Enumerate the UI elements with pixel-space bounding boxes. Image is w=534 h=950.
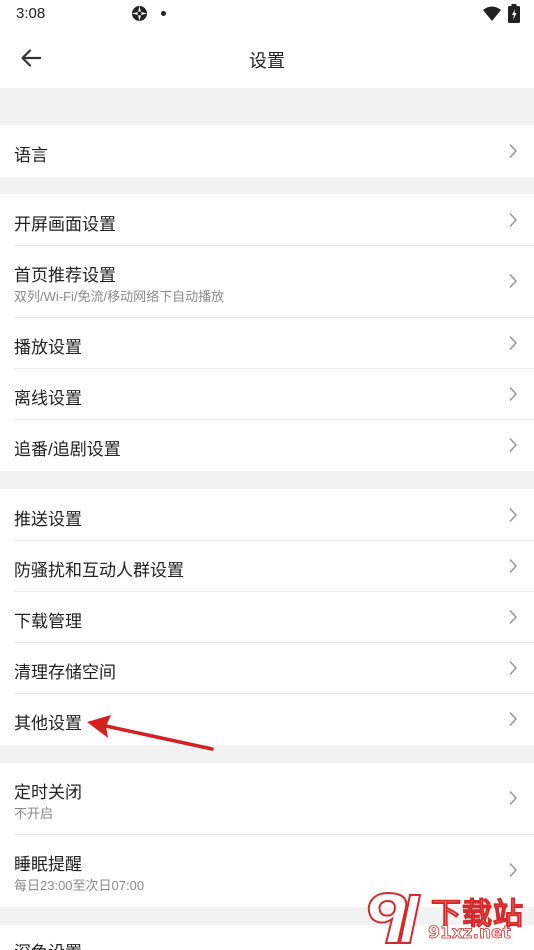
- chevron-right-icon: [509, 660, 518, 676]
- chevron-right-icon: [509, 212, 518, 228]
- settings-item-label: 推送设置: [14, 510, 82, 529]
- app-bar: 设置: [0, 28, 534, 88]
- chevron-right-icon: [509, 558, 518, 574]
- chevron-right-icon: [509, 143, 518, 159]
- settings-item-label: 播放设置: [14, 338, 82, 357]
- status-bar: 3:08: [0, 0, 534, 28]
- settings-item-follow[interactable]: 追番/追剧设置: [0, 420, 534, 471]
- wifi-icon: [483, 6, 501, 21]
- settings-item-home-recommend[interactable]: 首页推荐设置 双列/Wi-Fi/免流/移动网络下自动播放: [0, 246, 534, 318]
- notification-dot-icon: [161, 11, 166, 16]
- app-notification-icon: [132, 6, 147, 21]
- battery-icon: [508, 4, 520, 23]
- settings-item-label: 其他设置: [14, 714, 82, 733]
- chevron-right-icon: [509, 335, 518, 351]
- settings-item-playback[interactable]: 播放设置: [0, 318, 534, 369]
- chevron-right-icon: [509, 711, 518, 727]
- settings-item-label: 追番/追剧设置: [14, 440, 121, 459]
- settings-item-push[interactable]: 推送设置: [0, 489, 534, 541]
- settings-item-language[interactable]: 语言: [0, 125, 534, 177]
- chevron-right-icon: [509, 437, 518, 453]
- settings-item-timer-close[interactable]: 定时关闭 不开启: [0, 763, 534, 835]
- settings-item-offline[interactable]: 离线设置: [0, 369, 534, 420]
- settings-item-label: 清理存储空间: [14, 663, 116, 682]
- settings-item-label: 深色设置: [14, 938, 82, 950]
- settings-item-splash[interactable]: 开屏画面设置: [0, 194, 534, 246]
- settings-item-description: 每日23:00至次日07:00: [14, 878, 145, 893]
- settings-item-label: 首页推荐设置: [14, 266, 116, 285]
- watermark-domain: 91xz.net: [428, 923, 512, 944]
- watermark-logo: 下载站 91xz.net: [358, 885, 534, 950]
- settings-item-label: 语言: [14, 146, 48, 165]
- settings-item-label: 下载管理: [14, 612, 82, 631]
- settings-item-other[interactable]: 其他设置: [0, 694, 534, 745]
- chevron-right-icon: [509, 609, 518, 625]
- settings-item-label: 定时关闭: [14, 783, 82, 802]
- chevron-right-icon: [509, 273, 518, 289]
- chevron-right-icon: [509, 507, 518, 523]
- settings-item-download[interactable]: 下载管理: [0, 592, 534, 643]
- settings-item-description: 不开启: [14, 806, 54, 821]
- settings-item-description: 双列/Wi-Fi/免流/移动网络下自动播放: [14, 289, 225, 304]
- chevron-right-icon: [509, 386, 518, 402]
- status-time: 3:08: [16, 5, 46, 22]
- settings-item-label: 离线设置: [14, 389, 82, 408]
- page-title: 设置: [249, 51, 285, 71]
- settings-item-clean-storage[interactable]: 清理存储空间: [0, 643, 534, 694]
- settings-item-anti-harass[interactable]: 防骚扰和互动人群设置: [0, 541, 534, 592]
- settings-item-label: 防骚扰和互动人群设置: [14, 561, 184, 580]
- watermark-91-icon: [367, 891, 422, 944]
- chevron-right-icon: [509, 790, 518, 806]
- chevron-right-icon: [509, 862, 518, 878]
- settings-item-label: 开屏画面设置: [14, 215, 116, 234]
- settings-item-label: 睡眠提醒: [14, 855, 82, 874]
